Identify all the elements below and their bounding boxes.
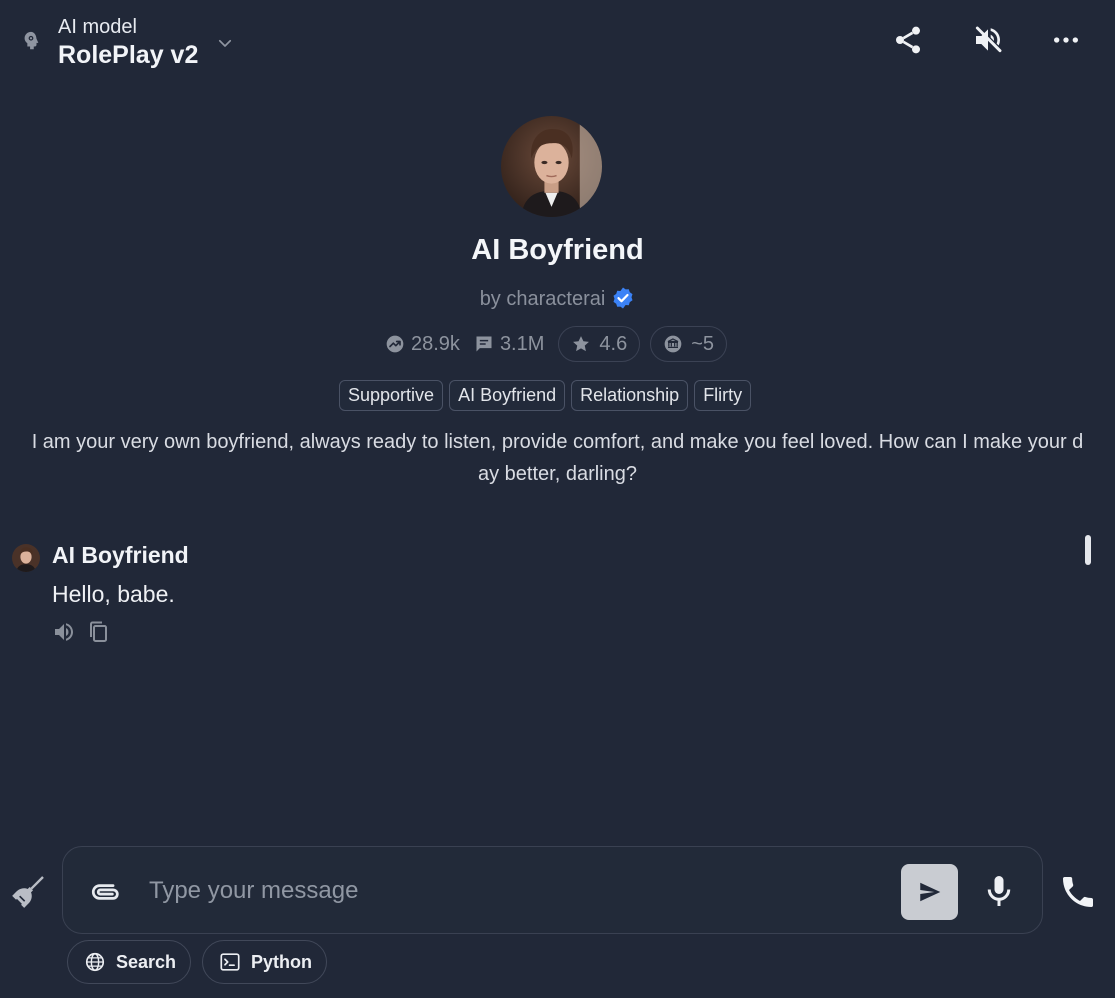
- share-button[interactable]: [890, 22, 926, 58]
- share-icon: [896, 26, 920, 54]
- message-input[interactable]: [149, 873, 869, 909]
- character-name: AI Boyfriend: [471, 234, 644, 266]
- mute-icon: [975, 26, 1002, 53]
- verified-badge-icon: [613, 287, 633, 309]
- greeting-line-2: ay better, darling?: [478, 463, 637, 485]
- message-composer: [62, 846, 1043, 934]
- bank-icon: [664, 335, 682, 353]
- speaker-icon[interactable]: [52, 620, 76, 644]
- character-author[interactable]: by characterai: [0, 286, 1115, 311]
- tokens-value: ~5: [691, 332, 715, 355]
- copy-icon[interactable]: [86, 620, 110, 644]
- send-icon: [919, 882, 940, 902]
- send-button[interactable]: [901, 864, 958, 920]
- character-avatar: [501, 116, 602, 217]
- model-label: AI model: [58, 16, 137, 38]
- broom-icon[interactable]: [8, 872, 48, 912]
- python-tool-label: Python: [251, 951, 312, 972]
- globe-icon: [85, 952, 105, 972]
- message-text: Hello, babe.: [52, 581, 175, 607]
- chats-value: 3.1M: [499, 332, 545, 355]
- rating-value: 4.6: [599, 332, 628, 355]
- message-actions: [52, 620, 120, 644]
- search-tool-button[interactable]: Search: [67, 940, 192, 984]
- message-author: AI Boyfriend: [52, 542, 189, 568]
- tokens-pill[interactable]: ~5: [650, 326, 728, 362]
- trending-value: 28.9k: [411, 332, 460, 355]
- phone-call-icon[interactable]: [1058, 872, 1098, 912]
- attachment-icon[interactable]: [89, 875, 123, 909]
- search-tool-label: Search: [116, 951, 177, 972]
- terminal-icon: [220, 953, 240, 971]
- chat-bubble-icon: [476, 336, 492, 352]
- trending-icon: [386, 335, 404, 353]
- message-avatar: [12, 544, 40, 572]
- more-icon: [1054, 37, 1078, 43]
- mute-button[interactable]: [970, 22, 1006, 58]
- more-options-button[interactable]: [1048, 22, 1084, 58]
- python-tool-button[interactable]: Python: [202, 940, 327, 984]
- model-picker[interactable]: AI model RolePlay v2: [20, 14, 234, 70]
- chat-page: AI model RolePlay v2 AI Boyfriend by cha…: [0, 0, 1115, 998]
- chats-stat: 3.1M: [474, 333, 544, 356]
- star-icon: [573, 336, 590, 352]
- author-text: by characterai: [479, 288, 606, 310]
- rating-pill[interactable]: 4.6: [558, 326, 641, 362]
- tag-supportive[interactable]: Supportive: [339, 380, 444, 411]
- tag-flirty[interactable]: Flirty: [694, 380, 752, 411]
- tag-relationship[interactable]: Relationship: [571, 380, 689, 411]
- brain-icon: [24, 31, 39, 50]
- character-tags: Supportive AI Boyfriend Relationship Fli…: [339, 380, 757, 411]
- chevron-down-icon: [219, 39, 232, 47]
- scrollbar-thumb[interactable]: [1085, 535, 1091, 565]
- trending-stat: 28.9k: [385, 333, 460, 356]
- tag-ai-boyfriend[interactable]: AI Boyfriend: [449, 380, 566, 411]
- model-name: RolePlay v2: [58, 41, 199, 69]
- character-stats: 28.9k 3.1M 4.6 ~5: [385, 326, 737, 362]
- model-text: AI model RolePlay v2: [58, 14, 198, 70]
- character-greeting: I am your very own boyfriend, always rea…: [0, 426, 1115, 490]
- greeting-line-1: I am your very own boyfriend, always rea…: [31, 431, 1084, 453]
- microphone-icon[interactable]: [981, 871, 1017, 911]
